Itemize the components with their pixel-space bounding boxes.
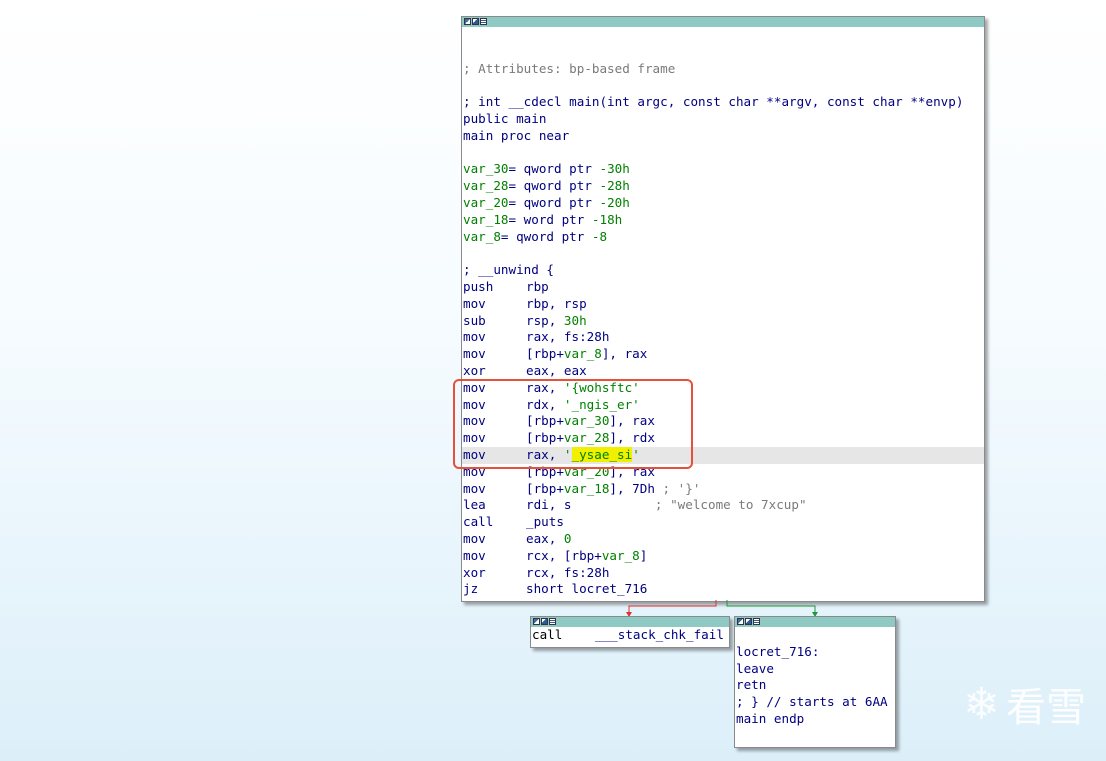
- mnemonic: call: [532, 627, 563, 642]
- graph-list-icon[interactable]: [753, 618, 760, 625]
- watermark-text: 看雪: [1006, 685, 1086, 731]
- snowflake-logo-icon: ❄: [963, 678, 1000, 730]
- node-titlebar[interactable]: [531, 617, 729, 627]
- watermark: ❄ 看雪: [963, 675, 1086, 733]
- code-line[interactable]: leave: [735, 661, 895, 678]
- node-titlebar[interactable]: [735, 617, 895, 627]
- graph-edit-icon[interactable]: [745, 618, 752, 625]
- operand: ___stack_chk_fail: [595, 627, 724, 642]
- code-line[interactable]: retn: [735, 677, 895, 694]
- code-line[interactable]: main endp: [735, 711, 895, 728]
- false-branch-edge: [628, 600, 717, 612]
- disassembly-listing[interactable]: locret_716: leave retn; } // starts at 6AA…: [735, 627, 895, 728]
- true-branch-edge: [726, 600, 816, 612]
- graph-node-icon[interactable]: [737, 618, 744, 625]
- code-line[interactable]: locret_716:: [735, 644, 895, 661]
- locret-716-node[interactable]: locret_716: leave retn; } // starts at 6AA…: [734, 616, 896, 748]
- instruction-line[interactable]: call ___stack_chk_fail: [531, 627, 729, 644]
- graph-list-icon[interactable]: [549, 618, 556, 625]
- stack-chk-fail-node[interactable]: call ___stack_chk_fail: [530, 616, 730, 648]
- code-line[interactable]: ; } // starts at 6AA: [735, 694, 895, 711]
- graph-node-icon[interactable]: [533, 618, 540, 625]
- graph-edit-icon[interactable]: [541, 618, 548, 625]
